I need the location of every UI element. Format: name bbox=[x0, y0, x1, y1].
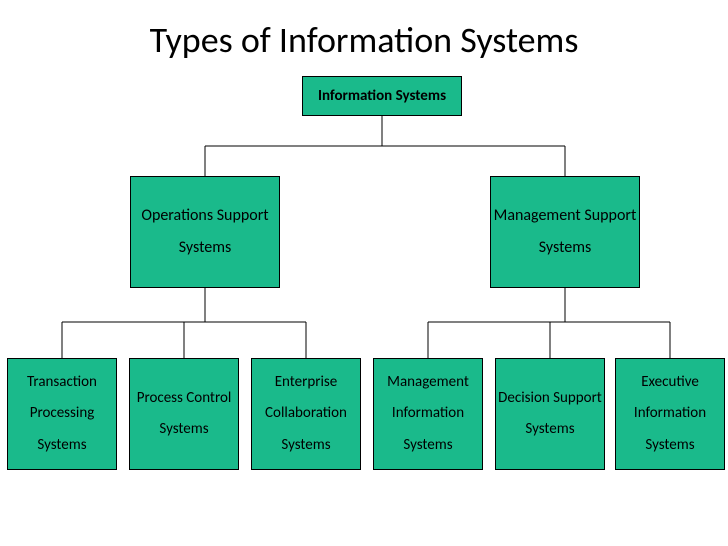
node-decision-support: Decision Support Systems bbox=[495, 358, 605, 470]
slide-title: Types of Information Systems bbox=[0, 18, 728, 62]
node-transaction-processing: Transaction Processing Systems bbox=[7, 358, 117, 470]
node-executive-information: Executive Information Systems bbox=[615, 358, 725, 470]
node-root: Information Systems bbox=[302, 76, 462, 116]
node-management-support: Management Support Systems bbox=[490, 176, 640, 288]
node-enterprise-collaboration: Enterprise Collaboration Systems bbox=[251, 358, 361, 470]
node-operations-support: Operations Support Systems bbox=[130, 176, 280, 288]
node-management-information: Management Information Systems bbox=[373, 358, 483, 470]
node-process-control: Process Control Systems bbox=[129, 358, 239, 470]
